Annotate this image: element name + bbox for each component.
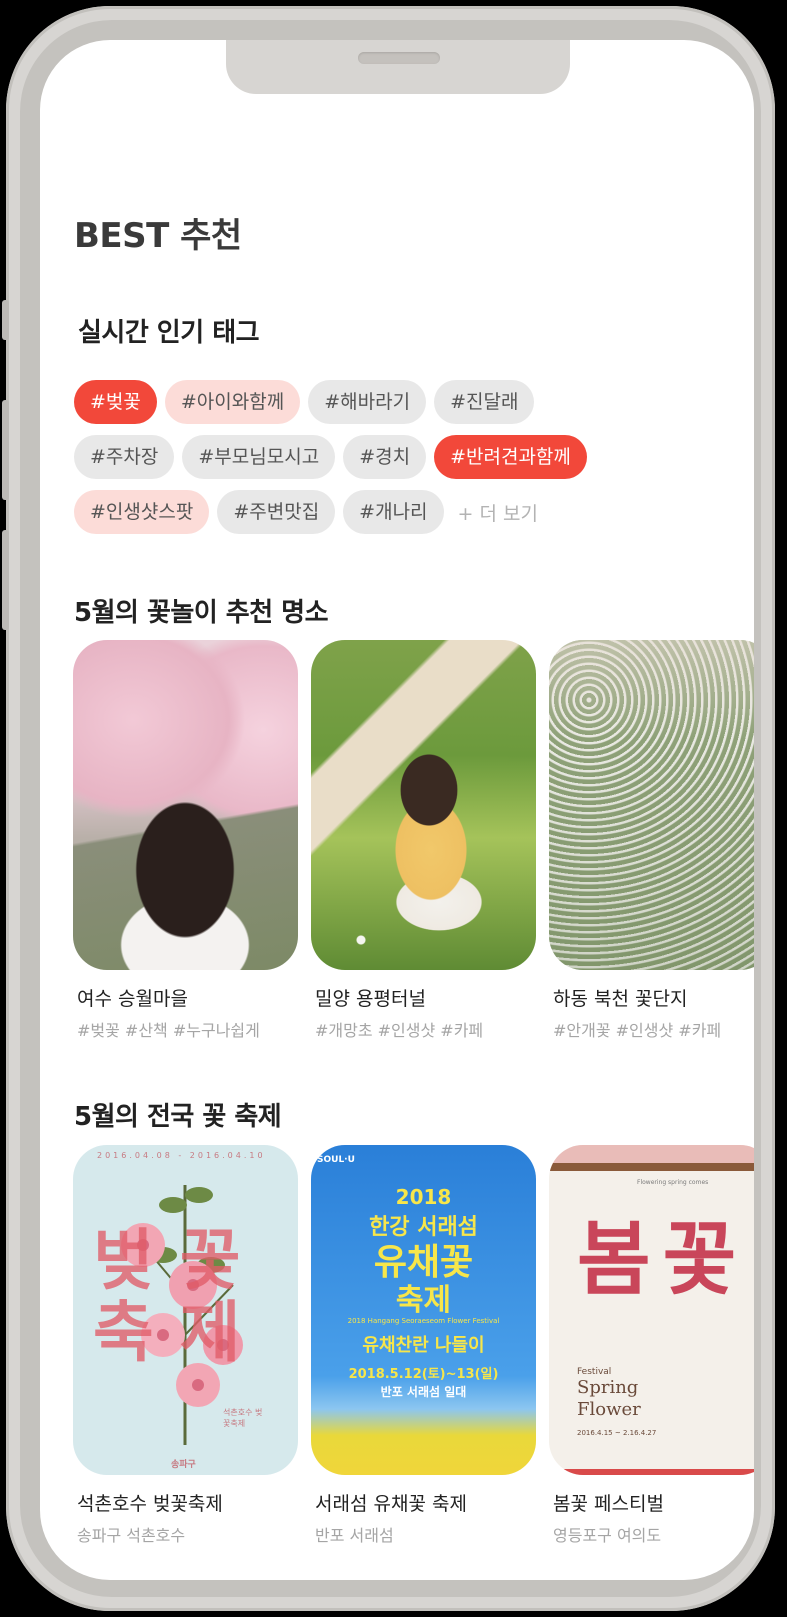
tag-photo-spot[interactable]: #인생샷스팟 [74, 490, 210, 534]
tag-with-parents[interactable]: #부모님모시고 [182, 435, 336, 479]
volume-up-button [2, 400, 9, 500]
card-title: 여수 승월마을 [77, 988, 188, 1010]
spot-card[interactable]: 여수 승월마을 #벚꽃 #산책 #누구나쉽게 [73, 640, 298, 1041]
spot-card[interactable]: 하동 북천 꽃단지 #안개꽃 #인생샷 #카페 [549, 640, 754, 1041]
poster-brand: SOUL·U [317, 1155, 355, 1165]
speaker-grille [358, 52, 440, 64]
festival-card[interactable]: 2016.04.08 - 2016.04.10 벚꽃축제 석촌호수 벚꽃축제 송… [73, 1145, 298, 1546]
tag-cherry-blossom[interactable]: #벚꽃 [74, 380, 157, 424]
tag-row: #인생샷스팟 #주변맛집 #개나리 + 더 보기 [74, 490, 714, 534]
festival-card[interactable]: Flowering spring comes 봄꽃 Festival Sprin… [549, 1145, 754, 1546]
daisy-field-photo [311, 640, 536, 970]
poster-bottom-strip [549, 1469, 754, 1475]
tag-row: #주차장 #부모님모시고 #경치 #반려견과함께 [74, 435, 714, 479]
poster-date: 2018.5.12(토)~13(일) [348, 1367, 499, 1382]
poster-festival-label: Festival [577, 1367, 612, 1377]
tag-azalea[interactable]: #진달래 [434, 380, 535, 424]
card-title: 석촌호수 벚꽃축제 [77, 1493, 223, 1515]
card-location: 영등포구 여의도 [553, 1526, 662, 1545]
poster-organizer: 송파구 [171, 1460, 196, 1470]
cherry-blossom-path-photo [73, 640, 298, 970]
poster-title: Spring Flower [577, 1377, 641, 1420]
card-location: 반포 서래섬 [315, 1526, 394, 1545]
tags-section-title: 실시간 인기 태그 [78, 318, 260, 348]
poster-subtitle: 2018 Hangang Seoraeseom Flower Festival [347, 1317, 500, 1325]
photo-overlay [549, 640, 754, 970]
poster-place: 반포 서래섬 일대 [380, 1385, 467, 1399]
more-tags-link[interactable]: + 더 보기 [452, 499, 538, 526]
spring-flower-poster: Flowering spring comes 봄꽃 Festival Sprin… [549, 1145, 754, 1475]
mute-switch [2, 300, 9, 340]
spot-card[interactable]: 밀양 용평터널 #개망초 #인생샷 #카페 [311, 640, 536, 1041]
popular-tags: #벚꽃 #아이와함께 #해바라기 #진달래 #주차장 #부모님모시고 #경치 #… [74, 380, 714, 545]
tag-row: #벚꽃 #아이와함께 #해바라기 #진달래 [74, 380, 714, 424]
festival-carousel[interactable]: 2016.04.08 - 2016.04.10 벚꽃축제 석촌호수 벚꽃축제 송… [73, 1145, 754, 1546]
tag-parking[interactable]: #주차장 [74, 435, 175, 479]
phone-notch [226, 40, 570, 94]
volume-down-button [2, 530, 9, 630]
poster-slogan: 유채찬란 나들이 [362, 1335, 485, 1356]
festival-card[interactable]: SOUL·U 2018 한강 서래섬 유채꽃 축제 2018 Hangang S… [311, 1145, 536, 1546]
tag-forsythia[interactable]: #개나리 [343, 490, 444, 534]
card-location: 송파구 석촌호수 [77, 1526, 186, 1545]
spots-section-title: 5월의 꽃놀이 추천 명소 [74, 598, 329, 628]
cherry-festival-poster: 2016.04.08 - 2016.04.10 벚꽃축제 석촌호수 벚꽃축제 송… [73, 1145, 298, 1475]
card-title: 서래섬 유채꽃 축제 [315, 1493, 467, 1515]
festival-section-title: 5월의 전국 꽃 축제 [74, 1102, 282, 1132]
card-tags: #안개꽃 #인생샷 #카페 [553, 1021, 722, 1040]
card-title: 밀양 용평터널 [315, 988, 426, 1010]
tag-nearby-food[interactable]: #주변맛집 [217, 490, 336, 534]
page-title: BEST 추천 [74, 216, 242, 256]
tag-with-pets[interactable]: #반려견과함께 [434, 435, 587, 479]
poster-small-title: 석촌호수 벚꽃축제 [223, 1408, 263, 1428]
poster-hanger-rod [549, 1163, 754, 1171]
spots-carousel[interactable]: 여수 승월마을 #벚꽃 #산책 #누구나쉽게 밀양 용평터널 #개망초 #인생샷… [73, 640, 754, 1041]
card-title: 봄꽃 페스티벌 [553, 1493, 664, 1515]
poster-line3: 축제 [395, 1283, 452, 1318]
canola-festival-poster: SOUL·U 2018 한강 서래섬 유채꽃 축제 2018 Hangang S… [311, 1145, 536, 1475]
poster-big-title: 벚꽃축제 [93, 1222, 267, 1371]
card-tags: #벚꽃 #산책 #누구나쉽게 [77, 1021, 260, 1040]
poster-top-text: Flowering spring comes [637, 1179, 709, 1186]
app-screen: BEST 추천 실시간 인기 태그 #벚꽃 #아이와함께 #해바라기 #진달래 … [40, 40, 754, 1580]
poster-big-title: 봄꽃 [577, 1213, 749, 1306]
card-tags: #개망초 #인생샷 #카페 [315, 1021, 484, 1040]
buckwheat-field-photo [549, 640, 754, 970]
tag-scenery[interactable]: #경치 [343, 435, 427, 479]
poster-date: 2016.4.15 ~ 2.16.4.27 [577, 1429, 657, 1437]
poster-year: 2018 [395, 1185, 452, 1209]
tag-with-kids[interactable]: #아이와함께 [164, 380, 301, 424]
tag-sunflower[interactable]: #해바라기 [308, 380, 427, 424]
card-title: 하동 북천 꽃단지 [553, 988, 688, 1010]
